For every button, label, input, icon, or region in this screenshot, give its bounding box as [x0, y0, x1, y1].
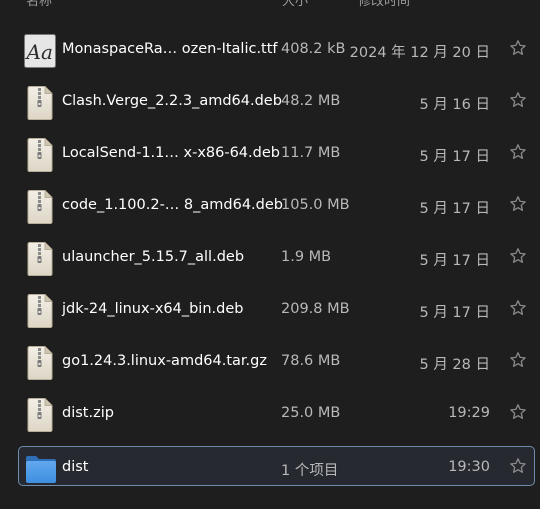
star-icon[interactable] [509, 91, 527, 109]
file-size: 25.0 MB [281, 405, 341, 421]
file-name: dist [62, 459, 89, 475]
star-icon[interactable] [509, 457, 527, 475]
file-size: 1.9 MB [281, 249, 332, 265]
star-icon[interactable] [509, 247, 527, 265]
archive-file-icon [24, 397, 56, 433]
package-file-icon [24, 189, 56, 225]
file-modified: 5 月 17 日 [419, 201, 490, 217]
column-header-size[interactable]: 大小 [282, 0, 308, 9]
file-modified: 5 月 16 日 [419, 97, 490, 113]
file-name: LocalSend-1.1… x-x86-64.deb [62, 145, 280, 161]
svg-text:Aa: Aa [25, 40, 53, 64]
file-name: Clash.Verge_2.2.3_amd64.deb [62, 93, 282, 109]
file-row[interactable]: go1.24.3.linux-amd64.tar.gz 78.6 MB 5 月 28… [0, 336, 540, 388]
star-icon[interactable] [509, 39, 527, 57]
file-name: dist.zip [62, 405, 114, 421]
package-file-icon [24, 293, 56, 329]
package-file-icon [24, 85, 56, 121]
file-size: 78.6 MB [281, 353, 341, 369]
file-modified: 5 月 28 日 [419, 357, 490, 373]
star-icon[interactable] [509, 351, 527, 369]
file-row[interactable]: ulauncher_5.15.7_all.deb 1.9 MB 5 月 17 日 [0, 232, 540, 284]
file-row[interactable]: LocalSend-1.1… x-x86-64.deb 11.7 MB 5 月 17… [0, 128, 540, 180]
file-name: jdk-24_linux-x64_bin.deb [62, 301, 244, 317]
file-size: 408.2 kB [281, 41, 346, 57]
star-icon[interactable] [509, 143, 527, 161]
file-row[interactable]: Clash.Verge_2.2.3_amd64.deb 48.2 MB 5 月 16… [0, 76, 540, 128]
file-size: 1 个项目 [281, 463, 339, 479]
star-icon[interactable] [509, 195, 527, 213]
file-row[interactable]: dist.zip 25.0 MB 19:29 [0, 388, 540, 440]
file-modified: 5 月 17 日 [419, 253, 490, 269]
file-name: go1.24.3.linux-amd64.tar.gz [62, 353, 267, 369]
file-row[interactable]: jdk-24_linux-x64_bin.deb 209.8 MB 5 月 17 日 [0, 284, 540, 336]
package-file-icon [24, 137, 56, 173]
file-name: MonaspaceRa… ozen-Italic.ttf [62, 41, 278, 57]
font-file-icon: Aa [24, 33, 56, 69]
file-modified: 19:29 [448, 405, 490, 421]
star-icon[interactable] [509, 299, 527, 317]
file-row-selected[interactable]: dist 1 个项目 19:30 [18, 446, 535, 486]
file-size: 209.8 MB [281, 301, 350, 317]
column-header: 名称 大小 修改时间 [0, 0, 540, 9]
file-row[interactable]: code_1.100.2-… 8_amd64.deb 105.0 MB 5 月 17… [0, 180, 540, 232]
file-size: 105.0 MB [281, 197, 350, 213]
file-modified: 2024 年 12 月 20 日 [349, 45, 490, 61]
file-list: 名称 大小 修改时间 Aa MonaspaceRa… ozen-Italic.tt… [0, 0, 540, 509]
file-name: code_1.100.2-… 8_amd64.deb [62, 197, 283, 213]
file-size: 48.2 MB [281, 93, 341, 109]
file-name: ulauncher_5.15.7_all.deb [62, 249, 245, 265]
file-size: 11.7 MB [281, 145, 341, 161]
column-header-modified[interactable]: 修改时间 [358, 0, 410, 9]
folder-icon [25, 451, 57, 487]
file-modified: 5 月 17 日 [419, 149, 490, 165]
file-modified: 5 月 17 日 [419, 305, 490, 321]
package-file-icon [24, 241, 56, 277]
file-row[interactable]: Aa MonaspaceRa… ozen-Italic.ttf 408.2 kB 20… [0, 24, 540, 76]
column-header-name[interactable]: 名称 [26, 0, 52, 9]
archive-file-icon [24, 345, 56, 381]
star-icon[interactable] [509, 403, 527, 421]
file-modified: 19:30 [448, 459, 490, 475]
